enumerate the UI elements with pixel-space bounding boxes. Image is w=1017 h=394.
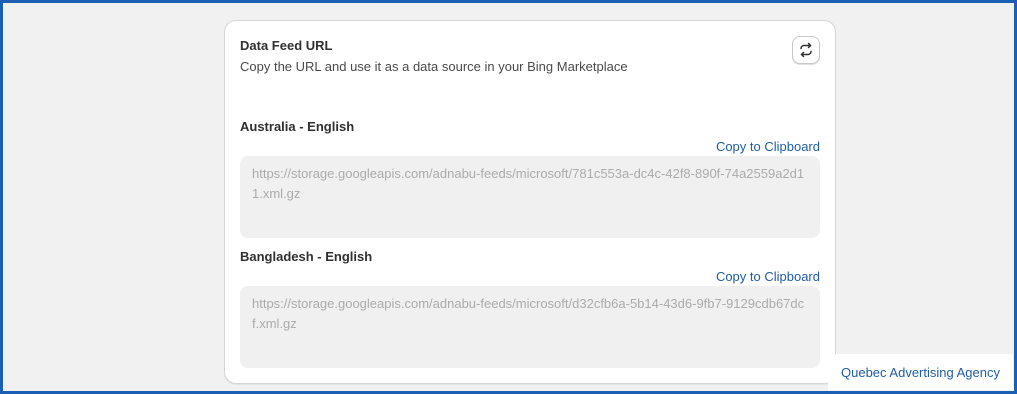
refresh-button[interactable] (792, 36, 820, 64)
app-frame: Data Feed URL Copy the URL and use it as… (0, 0, 1017, 394)
data-feed-card: Data Feed URL Copy the URL and use it as… (224, 20, 836, 384)
card-subtitle: Copy the URL and use it as a data source… (240, 59, 628, 74)
feed-url-field-australia[interactable]: https://storage.googleapis.com/adnabu-fe… (240, 156, 820, 238)
copy-to-clipboard-link-australia[interactable]: Copy to Clipboard (716, 139, 820, 154)
feed-label-australia: Australia - English (240, 119, 355, 134)
copy-to-clipboard-link-bangladesh[interactable]: Copy to Clipboard (716, 269, 820, 284)
refresh-icon (800, 42, 812, 58)
card-title: Data Feed URL (240, 38, 333, 53)
feed-label-bangladesh: Bangladesh - English (240, 249, 373, 264)
feed-url-field-bangladesh[interactable]: https://storage.googleapis.com/adnabu-fe… (240, 286, 820, 368)
quebec-advertising-agency-link[interactable]: Quebec Advertising Agency (828, 354, 1013, 390)
